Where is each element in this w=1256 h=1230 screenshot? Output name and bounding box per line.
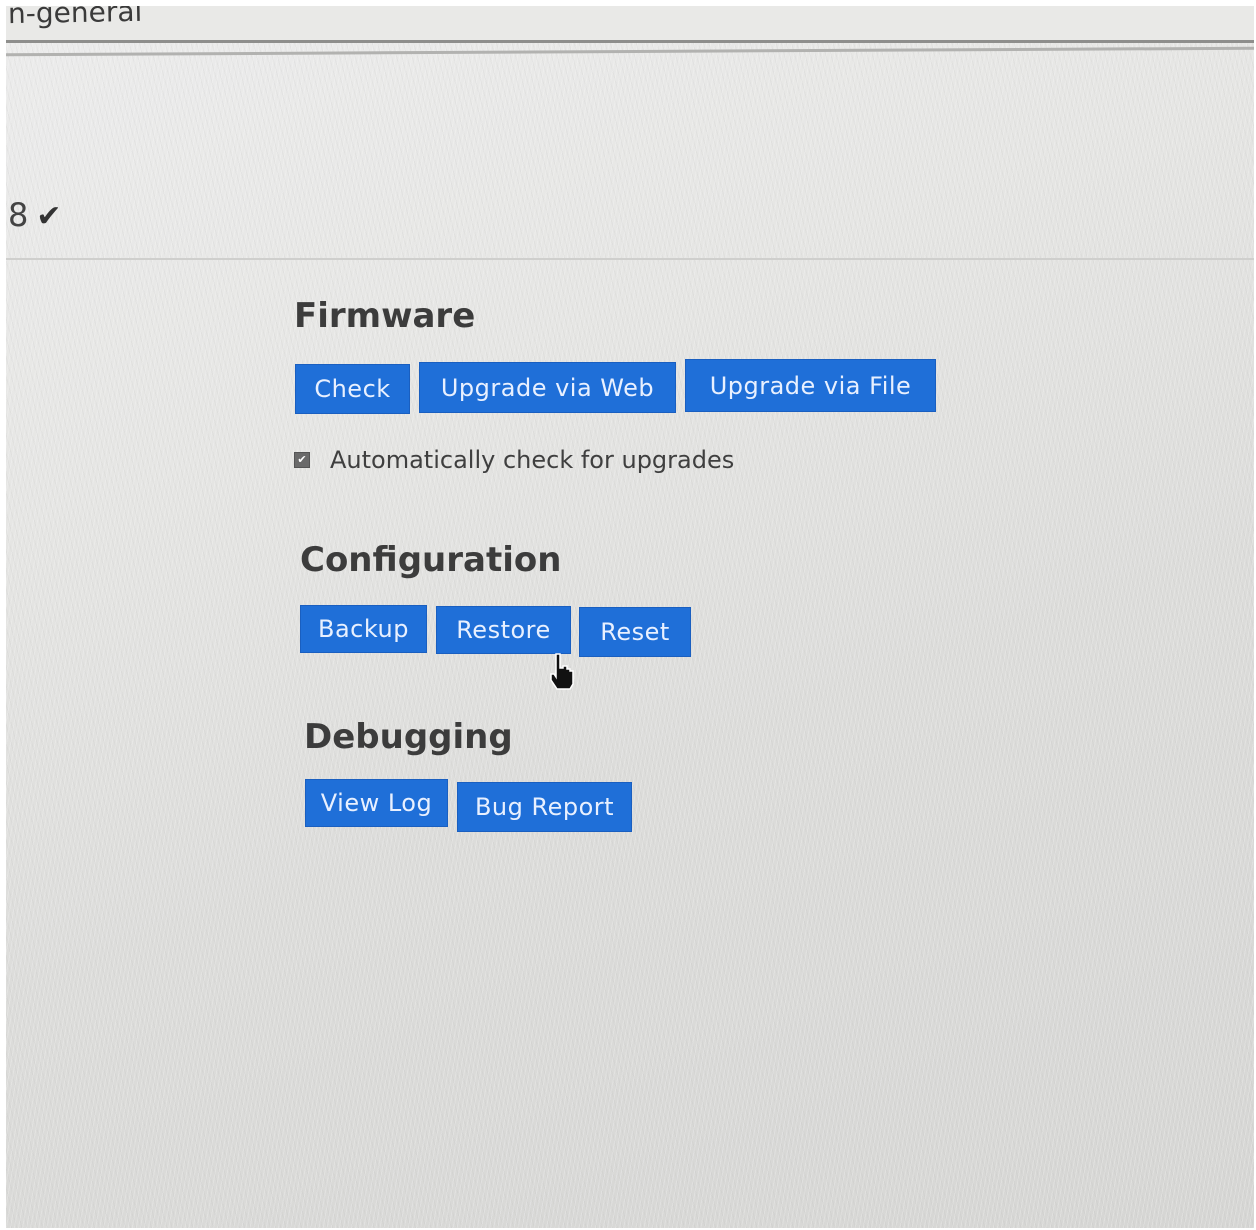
content-divider [6, 258, 1254, 260]
bug-report-button[interactable]: Bug Report [457, 782, 632, 832]
auto-check-row: ✔ Automatically check for upgrades [294, 446, 734, 474]
status-indicator: 8 ✔ [8, 196, 62, 234]
debugging-heading: Debugging [304, 717, 513, 757]
reset-button[interactable]: Reset [579, 607, 691, 657]
firmware-heading: Firmware [294, 296, 476, 336]
checkbox-checked-icon[interactable]: ✔ [294, 452, 310, 468]
configuration-heading: Configuration [300, 540, 562, 580]
backup-button[interactable]: Backup [300, 605, 427, 653]
upgrade-via-web-button[interactable]: Upgrade via Web [419, 362, 676, 413]
upgrade-via-file-button[interactable]: Upgrade via File [685, 359, 936, 412]
restore-button[interactable]: Restore [436, 606, 571, 654]
view-log-button[interactable]: View Log [305, 779, 448, 827]
screen: n-general 8 ✔ Firmware Check Upgrade via … [6, 6, 1254, 1228]
auto-check-label[interactable]: Automatically check for upgrades [330, 446, 734, 474]
header-divider [6, 46, 1254, 57]
breadcrumb[interactable]: n-general [8, 6, 143, 30]
check-button[interactable]: Check [295, 364, 410, 414]
hand-pointer-cursor-icon [550, 653, 574, 690]
status-text: 8 [8, 196, 29, 234]
top-bar: n-general [6, 6, 1254, 43]
checkmark-icon: ✔ [36, 199, 62, 234]
